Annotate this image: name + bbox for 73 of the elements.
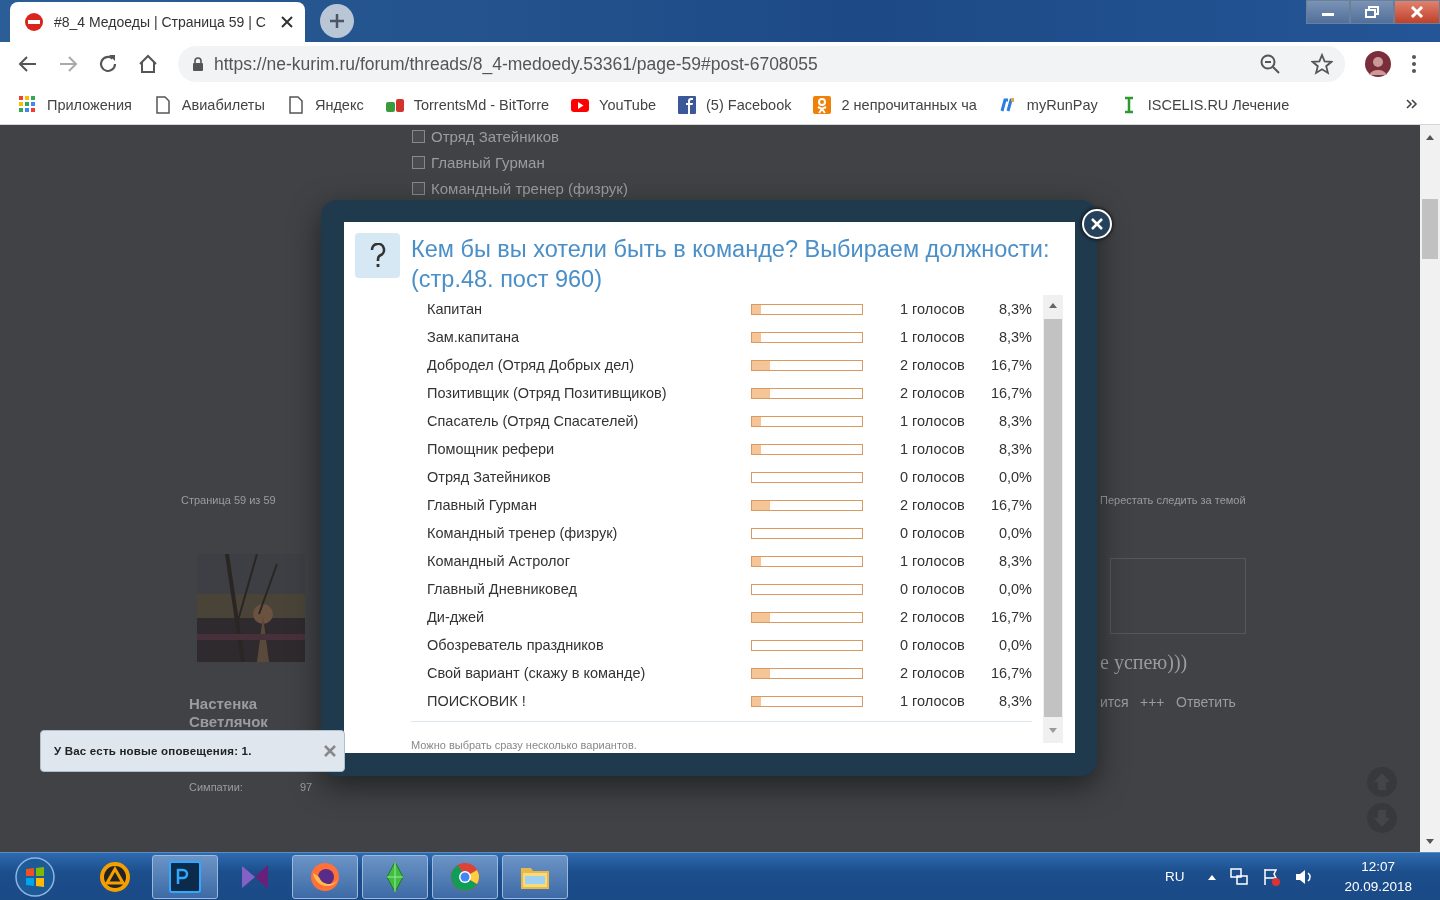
vote-count: 1 голосов xyxy=(900,441,966,457)
poll-note: Можно выбрать сразу несколько вариантов. xyxy=(411,739,637,751)
vote-count: 2 голосов xyxy=(900,357,966,373)
option-label: Помощник рефери xyxy=(427,441,556,457)
option-label: Зам.капитана xyxy=(427,329,521,345)
likes-label: Симпатии: xyxy=(189,781,243,793)
vote-count: 1 голосов xyxy=(900,553,966,569)
vote-count: 0 голосов xyxy=(900,581,966,597)
clock-time[interactable]: 12:07 xyxy=(1361,856,1396,877)
vote-count: 0 голосов xyxy=(900,525,966,541)
vote-percent: 16,7% xyxy=(990,665,1032,681)
browser-tab[interactable]: #8_4 Медоеды | Страница 59 | С xyxy=(10,2,305,42)
option-label: Главный Дневниковед xyxy=(427,581,578,597)
likes-count: 97 xyxy=(300,781,313,793)
vote-percent: 16,7% xyxy=(990,385,1032,401)
option-label: Свой вариант (скажу в команде) xyxy=(427,665,647,681)
vote-percent: 16,7% xyxy=(990,357,1032,373)
vote-count: 2 голосов xyxy=(900,609,966,625)
bookmark-link[interactable]: 2 непрочитанных ча xyxy=(841,97,977,113)
option-label: Добродел (Отряд Добрых дел) xyxy=(427,357,636,373)
bookmark-link[interactable]: myRunPay xyxy=(1026,97,1098,113)
vote-percent: 8,3% xyxy=(998,301,1032,317)
vote-count: 2 голосов xyxy=(900,497,966,513)
option-label: Капитан xyxy=(427,301,483,317)
option-label: Отряд Затейников xyxy=(427,469,552,485)
vote-count: 2 голосов xyxy=(900,665,966,681)
option-label: Позитивщик (Отряд Позитивщиков) xyxy=(427,385,668,401)
post-text: е успею))) xyxy=(1100,651,1188,674)
option-label: Главный Гурман xyxy=(431,154,545,171)
vote-count: 2 голосов xyxy=(900,385,966,401)
bookmark-link[interactable]: ISCELIS.RU Лечение xyxy=(1147,97,1290,113)
bookmark-link[interactable]: Авиабилеты xyxy=(181,97,265,113)
vote-percent: 8,3% xyxy=(998,329,1032,345)
vote-count: 1 голосов xyxy=(900,301,966,317)
option-label: Командный тренер (физрук) xyxy=(427,525,619,541)
pagination-label: Страница 59 из 59 xyxy=(181,494,276,506)
poll-title: Кем бы вы хотели быть в команде? Выбираем должности: (стр.48. пост 960) xyxy=(411,235,1051,294)
bookmark-link[interactable]: Яндекс xyxy=(314,97,364,113)
option-label: Командный тренер (физрук) xyxy=(431,180,628,197)
notification-toast: У Вас есть новые оповещения: 1. xyxy=(40,730,345,772)
vote-count: 0 голосов xyxy=(900,637,966,653)
address-bar[interactable]: https://ne-kurim.ru/forum/threads/8_4-medoedy.53361/page-59#post-6708055 xyxy=(178,46,1345,82)
vote-percent: 16,7% xyxy=(990,609,1032,625)
bookmark-link[interactable]: Приложения xyxy=(47,97,132,113)
vote-percent: 16,7% xyxy=(990,497,1032,513)
vote-percent: 8,3% xyxy=(998,441,1032,457)
bookmark-link[interactable]: YouTube xyxy=(599,97,657,113)
option-label: Отряд Затейников xyxy=(431,128,559,145)
option-label: Обозреватель праздников xyxy=(427,637,605,653)
option-label: ПОИСКОВИК ! xyxy=(427,693,527,709)
vote-percent: 0,0% xyxy=(998,637,1032,653)
post-action-link[interactable]: +++ xyxy=(1140,694,1165,710)
vote-percent: 8,3% xyxy=(998,553,1032,569)
bookmark-link[interactable]: (5) Facebook xyxy=(706,97,792,113)
author-name[interactable]: Настенка Светлячок xyxy=(189,695,299,731)
language-indicator[interactable]: RU xyxy=(1164,869,1185,884)
vote-count: 0 голосов xyxy=(900,469,966,485)
option-label: Спасатель (Отряд Спасателей) xyxy=(427,413,640,429)
vote-count: 1 голосов xyxy=(900,329,966,345)
bookmark-link[interactable]: TorrentsMd - BitTorre xyxy=(413,97,550,113)
option-label: Ди-джей xyxy=(427,609,486,625)
vote-percent: 8,3% xyxy=(998,693,1032,709)
vote-count: 1 голосов xyxy=(900,413,966,429)
post-action-link[interactable]: Ответить xyxy=(1176,694,1236,710)
vote-percent: 0,0% xyxy=(998,525,1032,541)
vote-percent: 8,3% xyxy=(998,413,1032,429)
vote-percent: 0,0% xyxy=(998,581,1032,597)
clock-date[interactable]: 20.09.2018 xyxy=(1344,876,1412,897)
vote-percent: 0,0% xyxy=(998,469,1032,485)
option-label: Главный Гурман xyxy=(427,497,538,513)
vote-count: 1 голосов xyxy=(900,693,966,709)
option-label: Командный Астролог xyxy=(427,553,571,569)
unwatch-link[interactable]: Перестать следить за темой xyxy=(1100,494,1246,506)
